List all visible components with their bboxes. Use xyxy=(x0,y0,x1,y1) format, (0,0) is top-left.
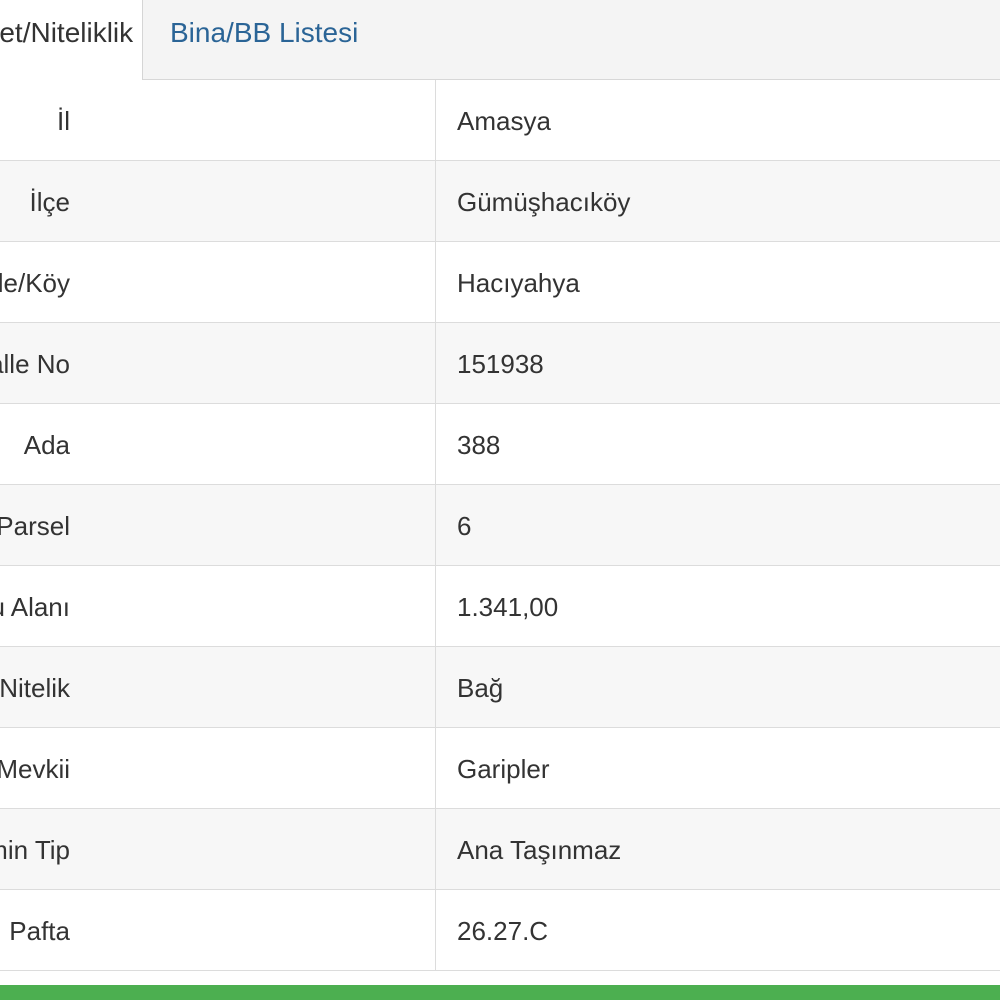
row-value: 6 xyxy=(457,511,472,541)
tab-ownership-info-label: Mülkiyet/Niteliklik Bilgisi xyxy=(0,17,142,48)
row-value: Amasya xyxy=(457,106,551,136)
row-label-cell: Pafta xyxy=(0,890,436,970)
table-row: Ada 388 xyxy=(0,404,1000,485)
row-value: 388 xyxy=(457,430,501,460)
row-value: Ana Taşınmaz xyxy=(457,835,622,865)
row-label: Tapu Alanı xyxy=(0,592,70,622)
row-label-cell: Parsel xyxy=(0,485,436,565)
table-row: İlçe Gümüşhacıköy xyxy=(0,161,1000,242)
tab-bar: Mülkiyet/Niteliklik Bilgisi Bina/BB List… xyxy=(0,0,1000,81)
row-label-cell: Tapu Alanı xyxy=(0,566,436,646)
row-label: Ada xyxy=(23,430,70,460)
row-label: Parsel xyxy=(0,511,70,541)
row-label: İlçe xyxy=(29,187,70,217)
tab-building-list-label: Bina/BB Listesi xyxy=(170,17,359,48)
row-label: Mevkii xyxy=(0,754,70,784)
row-value: 151938 xyxy=(457,349,544,379)
row-label-cell: Ada xyxy=(0,404,436,484)
table-row: Zemin Tip Ana Taşınmaz xyxy=(0,809,1000,890)
table-row: Tapu Alanı 1.341,00 xyxy=(0,566,1000,647)
table-row: Mevkii Garipler xyxy=(0,728,1000,809)
table-row: Nitelik Bağ xyxy=(0,647,1000,728)
tab-ownership-info[interactable]: Mülkiyet/Niteliklik Bilgisi xyxy=(0,0,143,81)
table-row: Mahalle/Köy Hacıyahya xyxy=(0,242,1000,323)
row-label: Zemin Tip xyxy=(0,835,70,865)
row-label-cell: İlçe xyxy=(0,161,436,241)
parcel-info-panel: Mülkiyet/Niteliklik Bilgisi Bina/BB List… xyxy=(0,0,1000,1000)
row-label: Mahalle/Köy xyxy=(0,268,70,298)
row-value: Garipler xyxy=(457,754,550,784)
tab-building-list[interactable]: Bina/BB Listesi xyxy=(170,0,358,80)
bottom-status-bar xyxy=(0,985,1000,1000)
row-label-cell: Nitelik xyxy=(0,647,436,727)
table-row: Parsel 6 xyxy=(0,485,1000,566)
row-label-cell: Mevkii xyxy=(0,728,436,808)
row-value: Hacıyahya xyxy=(457,268,580,298)
table-row: İl Amasya xyxy=(0,80,1000,161)
row-label: Pafta xyxy=(9,916,70,946)
row-value: 1.341,00 xyxy=(457,592,559,622)
row-label-cell: İl xyxy=(0,80,436,160)
row-label: İl xyxy=(57,106,70,136)
row-label-cell: Mahalle/Köy xyxy=(0,242,436,322)
row-label: Mahalle No xyxy=(0,349,70,379)
parcel-info-table: İl Amasya İlçe Gümüşhacıköy Mahalle/Köy … xyxy=(0,80,1000,971)
table-row: Mahalle No 151938 xyxy=(0,323,1000,404)
row-value: Bağ xyxy=(457,673,504,703)
row-value: Gümüşhacıköy xyxy=(457,187,631,217)
row-label-cell: Mahalle No xyxy=(0,323,436,403)
row-value: 26.27.C xyxy=(457,916,549,946)
table-row: Pafta 26.27.C xyxy=(0,890,1000,971)
row-label-cell: Zemin Tip xyxy=(0,809,436,889)
row-label: Nitelik xyxy=(0,673,70,703)
